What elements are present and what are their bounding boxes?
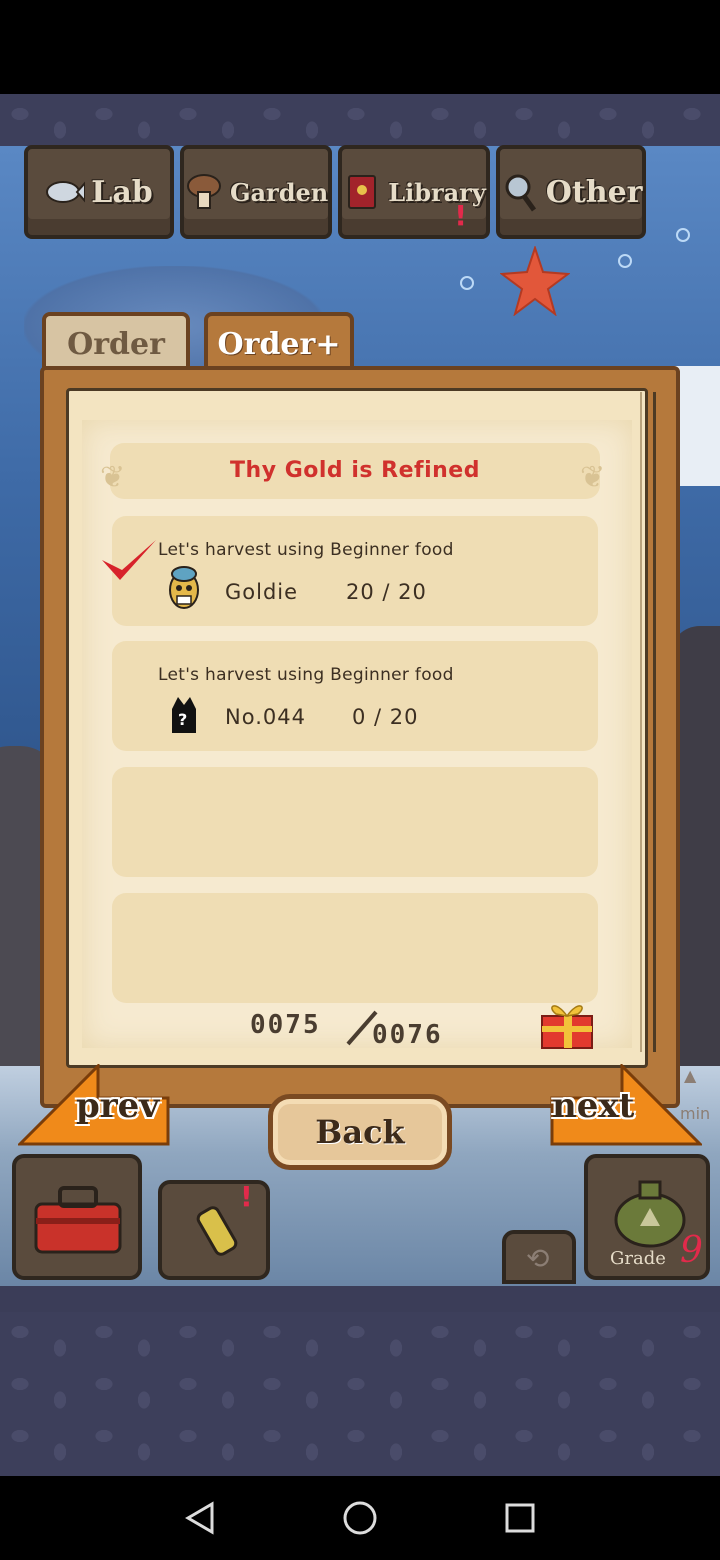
toolbox-icon	[34, 1186, 122, 1254]
counter-current: 0075	[250, 1010, 321, 1040]
bottom-pattern-strip	[0, 1312, 720, 1476]
refresh-button[interactable]: ⟲	[502, 1230, 576, 1284]
lab-label: Lab	[91, 174, 153, 210]
back-triangle-icon[interactable]	[178, 1496, 222, 1540]
task-progress: 20 / 20	[346, 580, 427, 604]
min-label: min	[680, 1104, 711, 1123]
empty-task-slot	[112, 767, 598, 877]
grade-value: 9	[680, 1230, 703, 1271]
library-label: Library	[388, 177, 486, 207]
other-label: Other	[545, 174, 643, 210]
recents-square-icon[interactable]	[498, 1496, 542, 1540]
svg-text:?: ?	[178, 710, 187, 729]
dropper-button[interactable]: !	[158, 1180, 270, 1280]
top-pattern-strip	[0, 94, 720, 146]
gift-icon[interactable]	[538, 996, 596, 1050]
page-edges	[640, 392, 656, 1052]
mushroom-icon	[184, 172, 224, 212]
top-menu: Lab Garden Library ! Other	[24, 145, 647, 240]
next-label: next	[552, 1086, 635, 1126]
grade-label: Grade	[610, 1248, 666, 1269]
status-bar	[0, 0, 720, 94]
task-creature-name: No.044	[225, 705, 306, 729]
system-nav-bar	[0, 1476, 720, 1560]
empty-task-slot	[112, 893, 598, 1003]
prev-button[interactable]: prev	[16, 1062, 170, 1148]
bubble-icon	[618, 254, 632, 268]
task-card: Let's harvest using Beginner food Goldie…	[112, 516, 598, 626]
tab-order-plus[interactable]: Order+	[204, 312, 354, 372]
garden-button[interactable]: Garden	[180, 145, 333, 239]
dropper-icon	[196, 1206, 238, 1256]
lab-button[interactable]: Lab	[24, 145, 174, 239]
refresh-icon: ⟲	[526, 1242, 550, 1275]
magnifier-icon	[500, 172, 540, 212]
order-title: Thy Gold is Refined	[230, 458, 480, 483]
goldie-icon	[164, 564, 204, 612]
order-counter: 0075 0076	[250, 1008, 460, 1052]
grade-button[interactable]: Grade 9	[584, 1154, 710, 1280]
bubble-icon	[460, 276, 474, 290]
task-card: Let's harvest using Beginner food ? No.0…	[112, 641, 598, 751]
garden-label: Garden	[230, 177, 329, 207]
checkmark-icon	[102, 540, 156, 580]
home-circle-icon[interactable]	[338, 1496, 382, 1540]
prev-label: prev	[76, 1086, 160, 1126]
bubble-icon	[676, 228, 690, 242]
other-button[interactable]: Other	[495, 145, 647, 239]
sack-icon	[614, 1180, 686, 1248]
tab-order[interactable]: Order	[42, 312, 190, 372]
toolbox-button[interactable]	[12, 1154, 142, 1280]
counter-total: 0076	[372, 1020, 443, 1050]
fish-skeleton-icon	[45, 172, 86, 212]
bottom-bar: ! ⟲ Grade 9	[0, 1140, 720, 1284]
task-description: Let's harvest using Beginner food	[158, 665, 454, 685]
starfish-icon	[500, 246, 570, 316]
scroll-up-icon[interactable]: ▲	[684, 1066, 696, 1085]
library-alert-icon: !	[454, 199, 467, 232]
library-button[interactable]: Library !	[338, 145, 490, 239]
task-creature-name: Goldie	[225, 580, 299, 604]
dropper-alert-icon: !	[240, 1180, 253, 1213]
task-description: Let's harvest using Beginner food	[158, 540, 454, 560]
task-progress: 0 / 20	[352, 705, 419, 729]
unknown-creature-icon: ?	[164, 689, 204, 737]
book-icon	[342, 172, 382, 212]
